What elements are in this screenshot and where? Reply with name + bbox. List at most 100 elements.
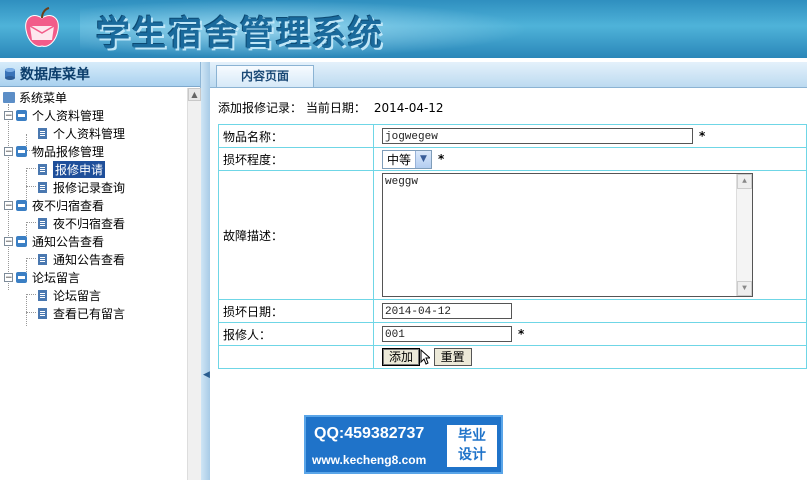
damage-date-label: 损坏日期： <box>218 299 374 323</box>
page-heading-label: 添加报修记录： 当前日期： <box>218 101 366 115</box>
panel-splitter[interactable]: ◀ <box>201 62 210 480</box>
tree-item-forum[interactable]: 论坛留言 <box>38 286 101 304</box>
collapse-left-icon[interactable]: ◀ <box>203 368 210 382</box>
actions-label-cell <box>218 345 374 369</box>
watermark-badge: 毕业 设计 <box>447 425 497 467</box>
tree-line <box>26 296 27 326</box>
tree-item-absence[interactable]: 夜不归宿查看 <box>38 214 125 232</box>
tree-group-profile[interactable]: − 个人资料管理 <box>4 106 104 124</box>
tree-item-label: 个人资料管理 <box>53 126 126 141</box>
tree-group-label: 个人资料管理 <box>32 108 105 123</box>
tree-group-label: 物品报修管理 <box>32 144 105 159</box>
damage-level-value: 中等 <box>387 152 412 167</box>
item-name-cell: jogwegew * <box>373 124 807 148</box>
app-header: 学生宿舍管理系统 <box>0 0 807 58</box>
watermark-qq: QQ:459382737 <box>314 425 425 442</box>
tree-group-forum[interactable]: − 论坛留言 <box>4 268 80 286</box>
tree-item-label: 论坛留言 <box>53 288 102 303</box>
document-icon <box>38 181 47 193</box>
collapse-toggle-icon[interactable]: − <box>4 236 13 246</box>
watermark-badge-line2: 设计 <box>458 447 486 463</box>
page-heading: 添加报修记录： 当前日期： 2014-04-12 <box>218 99 444 116</box>
tree-line <box>26 186 36 187</box>
collapse-toggle-icon[interactable]: − <box>4 110 13 120</box>
tree-line <box>26 258 36 259</box>
tree-group-label: 夜不归宿查看 <box>32 198 105 213</box>
collapse-toggle-icon[interactable]: − <box>4 146 13 156</box>
reporter-cell: 001 * <box>373 322 807 346</box>
tree-root[interactable]: 系统菜单 <box>3 88 67 106</box>
tree-group-repair[interactable]: − 物品报修管理 <box>4 142 104 160</box>
apple-logo-icon <box>25 7 59 47</box>
folder-icon <box>16 145 27 157</box>
database-icon <box>5 68 15 80</box>
tree-group-label: 通知公告查看 <box>32 234 105 249</box>
main-content: 内容页面 添加报修记录： 当前日期： 2014-04-12 物品名称： jogwe… <box>210 62 807 480</box>
reporter-input[interactable]: 001 <box>382 326 512 342</box>
tree-item-profile[interactable]: 个人资料管理 <box>38 124 125 142</box>
chevron-down-icon[interactable]: ▼ <box>415 150 432 168</box>
folder-icon <box>16 271 27 283</box>
required-mark: * <box>438 151 445 166</box>
tree-item-label: 报修记录查询 <box>53 180 126 195</box>
form-row-fault-desc: 故障描述： weggw ▲ ▼ <box>218 170 807 300</box>
tree-group-label: 论坛留言 <box>32 270 81 285</box>
current-date: 2014-04-12 <box>373 101 444 115</box>
sidebar-title: 数据库菜单 <box>20 67 90 83</box>
watermark-url: www.kecheng8.com <box>312 453 427 467</box>
tree-line <box>26 222 36 223</box>
tree-line <box>26 168 36 169</box>
item-name-label: 物品名称： <box>218 124 374 148</box>
fault-desc-label: 故障描述： <box>218 170 374 300</box>
tree-group-absence[interactable]: − 夜不归宿查看 <box>4 196 104 214</box>
sidebar-header: 数据库菜单 <box>0 62 200 87</box>
item-name-input[interactable]: jogwegew <box>382 128 693 144</box>
damage-date-cell: 2014-04-12 <box>373 299 807 323</box>
add-button[interactable]: 添加 <box>382 348 421 366</box>
menu-tree: 系统菜单 − 个人资料管理 个人资料管理 − 物品报修管理 报修申请 报修记录查… <box>0 88 187 480</box>
document-icon <box>38 217 47 229</box>
tree-item-label: 查看已有留言 <box>53 306 126 321</box>
app-title: 学生宿舍管理系统 <box>96 14 384 54</box>
tree-item-repair-apply[interactable]: 报修申请 <box>38 160 106 178</box>
scroll-up-icon[interactable]: ▲ <box>737 174 752 189</box>
reset-button[interactable]: 重置 <box>433 348 472 366</box>
scroll-up-icon[interactable]: ▲ <box>188 88 201 101</box>
watermark-banner: QQ:459382737 www.kecheng8.com 毕业 设计 <box>304 415 503 474</box>
damage-level-cell: 中等 ▼ * <box>373 147 807 171</box>
required-mark: * <box>699 128 706 143</box>
collapse-toggle-icon[interactable]: − <box>4 200 13 210</box>
sidebar-scrollbar[interactable]: ▲ <box>187 88 201 480</box>
fault-desc-cell: weggw ▲ ▼ <box>373 170 807 300</box>
document-icon <box>38 307 47 319</box>
form-row-actions: 添加 重置 <box>218 345 807 369</box>
tree-line <box>26 312 36 313</box>
form-row-item-name: 物品名称： jogwegew * <box>218 124 807 148</box>
tree-root-label: 系统菜单 <box>19 90 68 105</box>
sidebar: 数据库菜单 系统菜单 − 个人资料管理 个人资料管理 − 物品报修管理 报修申请… <box>0 62 201 480</box>
tab-bar: 内容页面 <box>210 62 807 88</box>
form-row-damage-level: 损坏程度： 中等 ▼ * <box>218 147 807 171</box>
form-row-reporter: 报修人： 001 * <box>218 322 807 346</box>
watermark-badge-line1: 毕业 <box>458 428 486 444</box>
tree-group-notice[interactable]: − 通知公告查看 <box>4 232 104 250</box>
damage-level-select[interactable]: 中等 ▼ <box>382 149 433 169</box>
fault-desc-value: weggw <box>385 176 419 188</box>
folder-icon <box>16 235 27 247</box>
required-mark: * <box>518 326 525 341</box>
textarea-scrollbar[interactable]: ▲ ▼ <box>736 174 752 296</box>
tab-content-page[interactable]: 内容页面 <box>216 65 314 87</box>
tree-item-label: 通知公告查看 <box>53 252 126 267</box>
fault-desc-textarea[interactable]: weggw ▲ ▼ <box>382 173 753 297</box>
tree-item-label: 夜不归宿查看 <box>53 216 126 231</box>
tree-item-forum-view[interactable]: 查看已有留言 <box>38 304 125 322</box>
scroll-down-icon[interactable]: ▼ <box>737 281 752 296</box>
tree-item-repair-records[interactable]: 报修记录查询 <box>38 178 125 196</box>
form-row-damage-date: 损坏日期： 2014-04-12 <box>218 299 807 323</box>
tree-item-notice[interactable]: 通知公告查看 <box>38 250 125 268</box>
collapse-toggle-icon[interactable]: − <box>4 272 13 282</box>
damage-date-input[interactable]: 2014-04-12 <box>382 303 512 319</box>
document-icon <box>38 127 47 139</box>
tree-line <box>26 294 36 295</box>
document-icon <box>38 163 47 175</box>
